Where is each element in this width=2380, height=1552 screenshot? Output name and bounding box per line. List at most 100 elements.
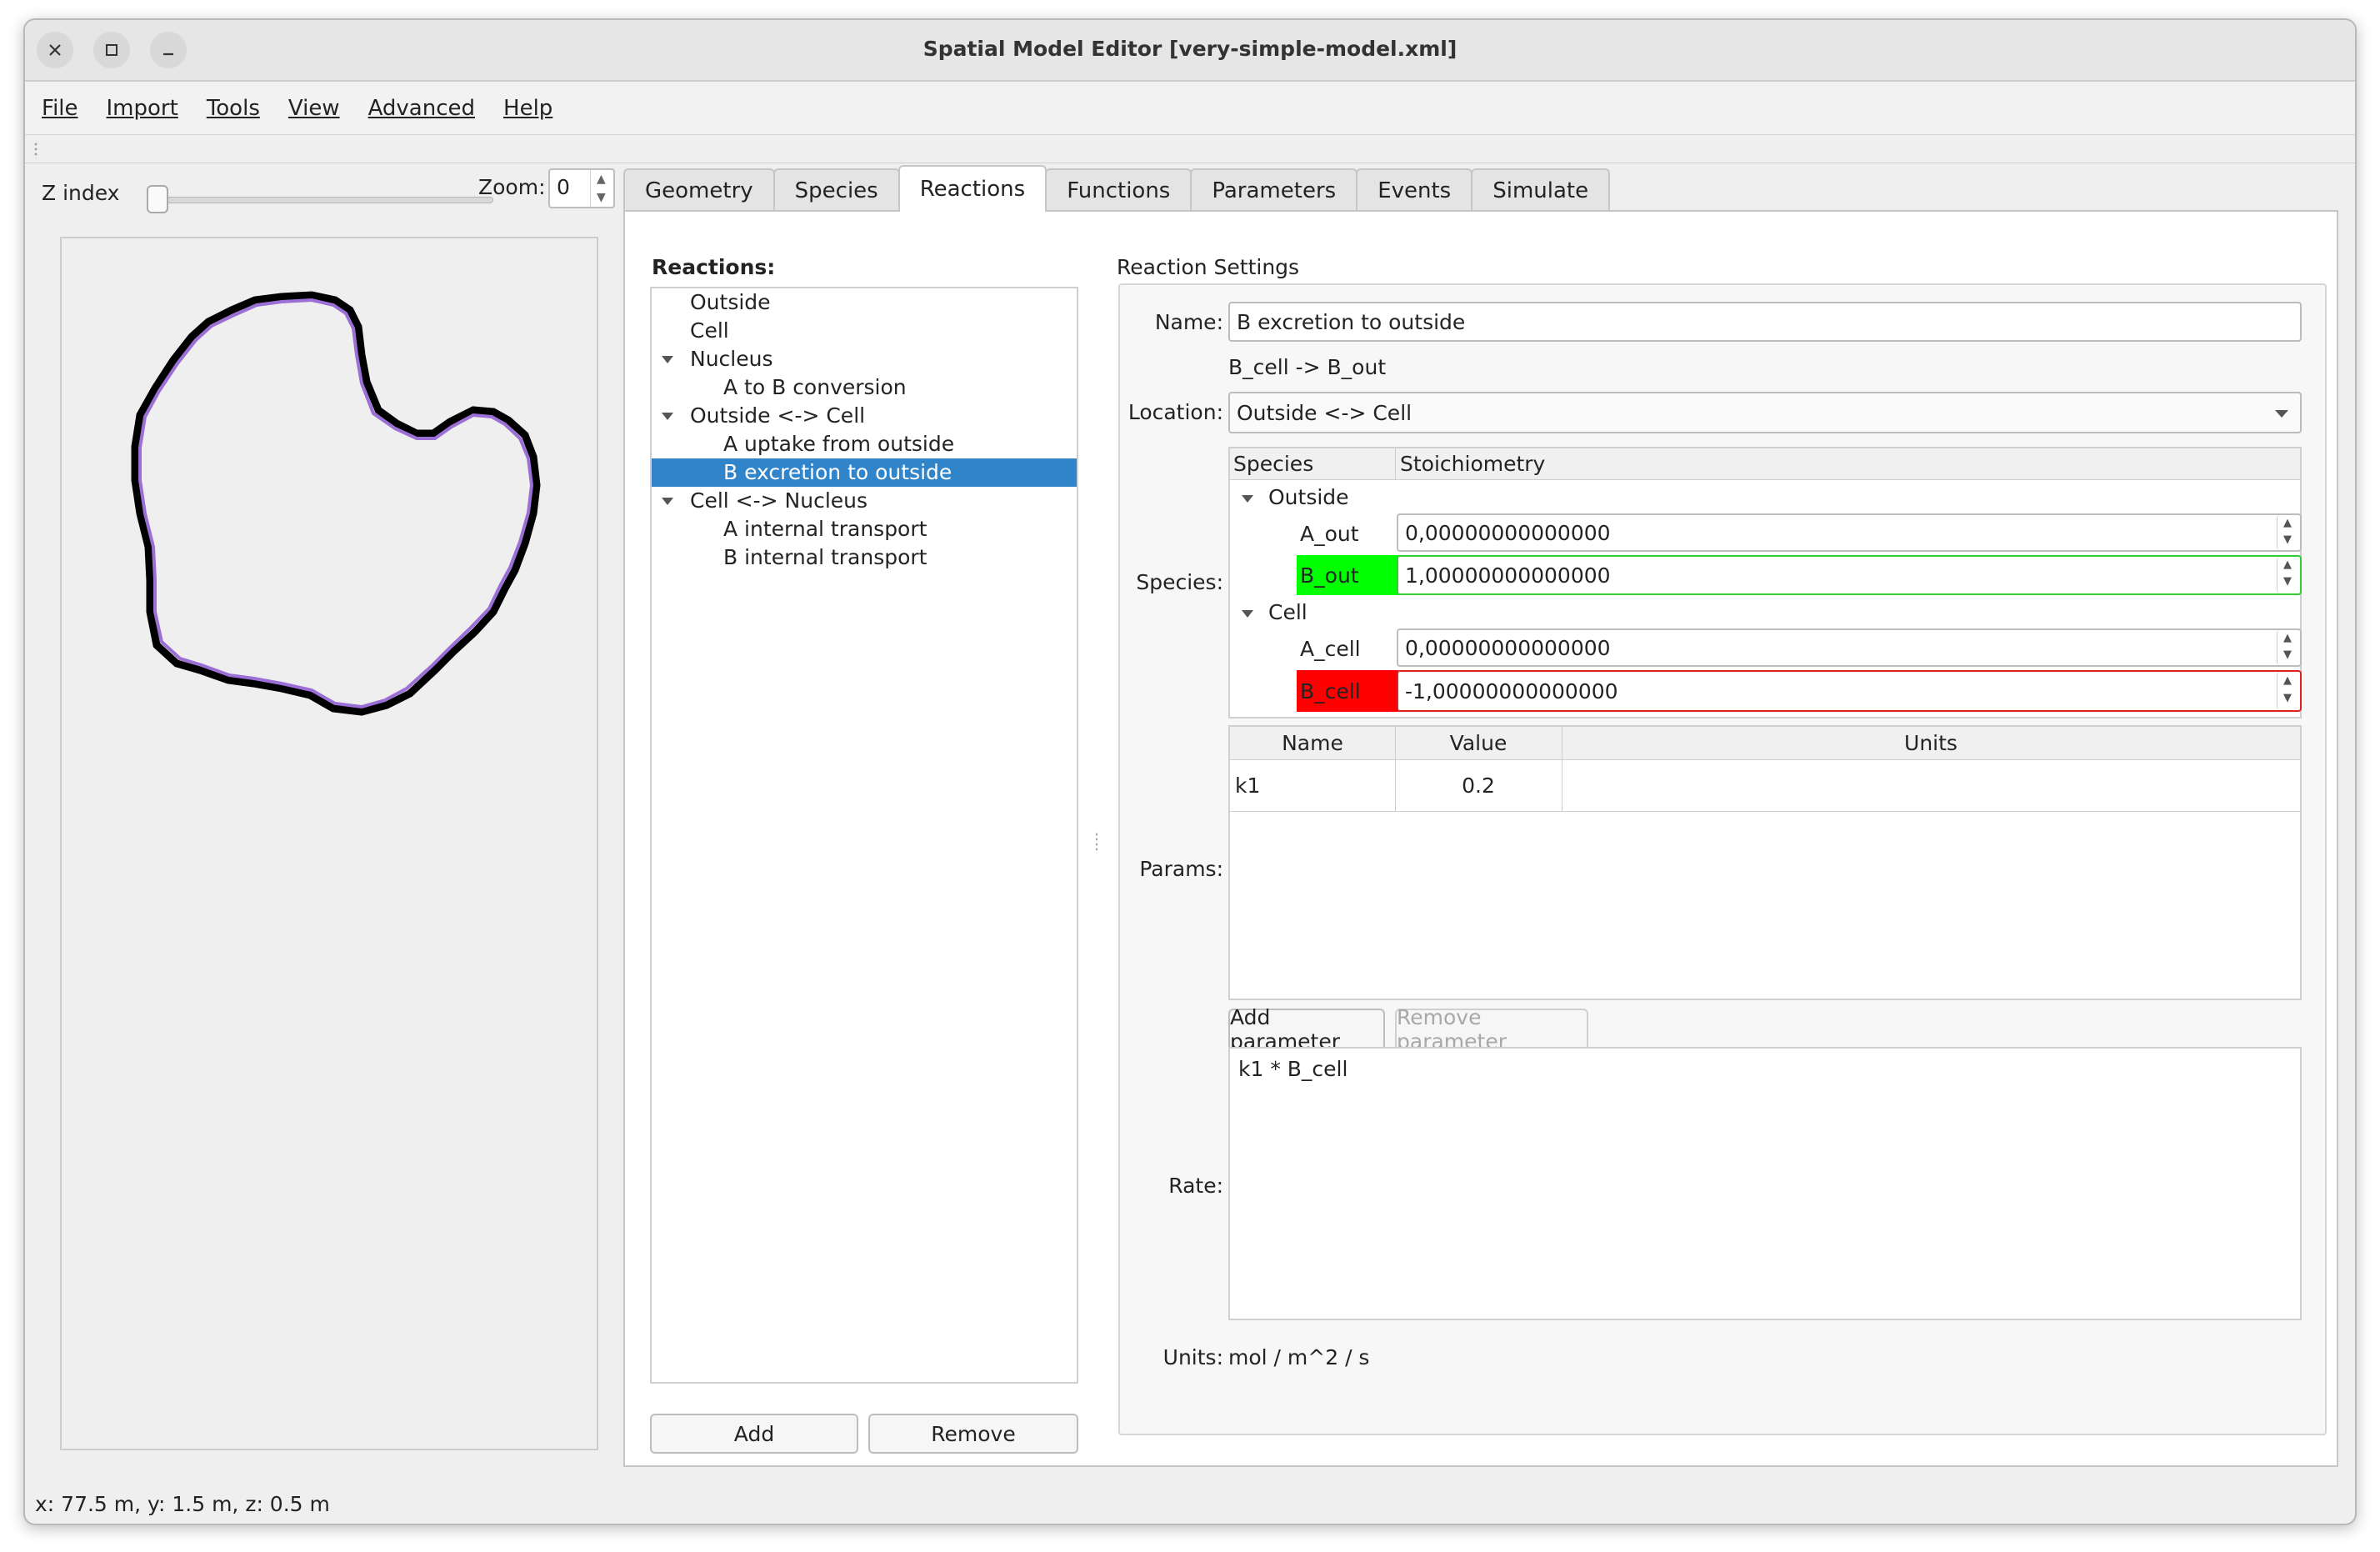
spin-down-icon[interactable]: ▼ (2283, 692, 2292, 704)
spin-up-icon[interactable]: ▲ (2283, 632, 2292, 644)
species-label: Species: (1136, 570, 1223, 594)
tree-item-label: Cell <-> Nucleus (690, 488, 868, 513)
header-value: Value (1449, 731, 1508, 755)
tab-species[interactable]: Species (772, 168, 900, 212)
tree-item-label: Outside <-> Cell (690, 403, 866, 428)
tab-events[interactable]: Events (1356, 168, 1473, 212)
zoom-spin-arrows[interactable]: ▲ ▼ (590, 170, 613, 207)
toolbar-grip-icon[interactable] (33, 142, 38, 158)
param-value-cell[interactable]: 0.2 (1395, 773, 1562, 798)
stoich-spin-arrows[interactable]: ▲ ▼ (2277, 557, 2300, 593)
tree-item-outside-cell[interactable]: Outside <-> Cell (652, 402, 1077, 430)
menu-advanced[interactable]: Advanced (357, 96, 487, 121)
tree-item-label: A internal transport (723, 517, 928, 541)
tree-item-a-uptake[interactable]: A uptake from outside (652, 430, 1077, 458)
species-stoichiometry-table[interactable]: Species Stoichiometry Outside A_out 0,00… (1228, 447, 2302, 718)
spin-up-icon[interactable]: ▲ (2283, 517, 2292, 529)
location-value: Outside <-> Cell (1237, 400, 1412, 425)
params-table[interactable]: Name Value Units k1 0.2 (1228, 725, 2302, 1000)
menu-help[interactable]: Help (492, 96, 564, 121)
params-table-header: Name Value Units (1230, 727, 2300, 760)
reaction-name-input[interactable]: B excretion to outside (1228, 302, 2302, 342)
window-title: Spatial Model Editor [very-simple-model.… (922, 37, 1458, 61)
menu-import[interactable]: Import (95, 96, 190, 121)
units-value: mol / m^2 / s (1228, 1345, 1370, 1369)
stoich-a-out-input[interactable]: 0,00000000000000 ▲ ▼ (1397, 513, 2302, 552)
location-combobox[interactable]: Outside <-> Cell (1228, 392, 2302, 433)
species-b-cell-highlight: B_cell (1297, 670, 1398, 712)
tree-item-b-internal-transport[interactable]: B internal transport (652, 543, 1077, 572)
stoich-a-cell-input[interactable]: 0,00000000000000 ▲ ▼ (1397, 628, 2302, 667)
splitter-handle[interactable] (1095, 832, 1098, 854)
location-label: Location: (1128, 400, 1223, 424)
spin-down-icon[interactable]: ▼ (2283, 533, 2292, 546)
reactions-tree[interactable]: Outside Cell Nucleus A to B conversion O… (650, 287, 1078, 1384)
group-outside: Outside (1268, 485, 1349, 509)
species-a-out: A_out (1300, 522, 1359, 546)
tree-item-label: Cell (690, 318, 729, 343)
tree-item-label: Outside (690, 290, 771, 314)
zoom-label: Zoom: (478, 175, 546, 199)
table-row[interactable]: k1 0.2 (1230, 760, 2300, 812)
header-name: Name (1282, 731, 1343, 755)
tree-item-label: A uptake from outside (723, 432, 955, 456)
expand-caret-icon[interactable] (662, 413, 673, 420)
rate-expression-editor[interactable]: k1 * B_cell (1228, 1047, 2302, 1320)
species-b-out-highlight: B_out (1297, 555, 1398, 595)
tab-bar: Geometry Species Reactions Functions Par… (623, 165, 1611, 212)
stoich-spin-arrows[interactable]: ▲ ▼ (2277, 672, 2300, 710)
tree-item-a-to-b-conversion[interactable]: A to B conversion (652, 373, 1077, 402)
title-bar: Spatial Model Editor [very-simple-model.… (25, 20, 2355, 82)
tab-reactions[interactable]: Reactions (898, 165, 1048, 212)
stoich-value: 1,00000000000000 (1405, 563, 1611, 588)
tab-parameters[interactable]: Parameters (1190, 168, 1358, 212)
tree-item-label: B internal transport (723, 545, 928, 569)
stoich-spin-arrows[interactable]: ▲ ▼ (2277, 630, 2300, 665)
geometry-image-view[interactable] (60, 237, 598, 1450)
expand-caret-icon[interactable] (662, 498, 673, 505)
tree-item-cell[interactable]: Cell (652, 317, 1077, 345)
expand-caret-icon[interactable] (1242, 610, 1253, 618)
menu-file[interactable]: File (30, 96, 90, 121)
menu-bar: File Import Tools View Advanced Help (25, 82, 2355, 135)
tree-item-outside[interactable]: Outside (652, 288, 1077, 317)
tree-item-cell-nucleus[interactable]: Cell <-> Nucleus (652, 487, 1077, 515)
stoich-value: -1,00000000000000 (1405, 678, 1618, 703)
add-parameter-button[interactable]: Add parameter (1228, 1005, 1385, 1054)
tree-item-label: B excretion to outside (723, 460, 952, 484)
menu-view[interactable]: View (277, 96, 352, 121)
chevron-down-icon (2275, 410, 2288, 418)
rate-label: Rate: (1168, 1174, 1223, 1198)
param-name-cell[interactable]: k1 (1235, 773, 1260, 798)
expand-caret-icon[interactable] (662, 356, 673, 363)
zoom-spinbox[interactable]: 0 ▲ ▼ (548, 168, 615, 208)
tab-functions[interactable]: Functions (1045, 168, 1192, 212)
stoich-spin-arrows[interactable]: ▲ ▼ (2277, 515, 2300, 550)
add-reaction-button[interactable]: Add (650, 1414, 858, 1454)
z-index-slider-handle[interactable] (147, 185, 168, 213)
menu-tools[interactable]: Tools (195, 96, 272, 121)
tree-item-a-internal-transport[interactable]: A internal transport (652, 515, 1077, 543)
reaction-settings-title: Reaction Settings (1117, 255, 1300, 279)
spin-up-icon[interactable]: ▲ (2283, 558, 2292, 571)
z-index-label: Z index (42, 180, 120, 205)
tree-item-nucleus[interactable]: Nucleus (652, 345, 1077, 373)
stoich-b-out-input[interactable]: 1,00000000000000 ▲ ▼ (1397, 555, 2302, 595)
tab-simulate[interactable]: Simulate (1471, 168, 1611, 212)
tree-item-label: Nucleus (690, 347, 773, 371)
spin-down-icon[interactable]: ▼ (2283, 575, 2292, 588)
spin-down-icon[interactable]: ▼ (2283, 648, 2292, 661)
remove-parameter-button[interactable]: Remove parameter (1395, 1005, 1588, 1054)
tree-item-b-excretion[interactable]: B excretion to outside (652, 458, 1077, 487)
header-separator (1395, 448, 1396, 480)
spin-down-icon[interactable]: ▼ (597, 192, 606, 203)
remove-reaction-button[interactable]: Remove (868, 1414, 1078, 1454)
spin-up-icon[interactable]: ▲ (2283, 674, 2292, 687)
reaction-settings-box: Name: B excretion to outside B_cell -> B… (1118, 283, 2327, 1435)
spin-up-icon[interactable]: ▲ (597, 173, 606, 185)
z-index-slider-track[interactable] (150, 197, 493, 203)
expand-caret-icon[interactable] (1242, 495, 1253, 503)
tab-geometry[interactable]: Geometry (623, 168, 775, 212)
stoich-b-cell-input[interactable]: -1,00000000000000 ▲ ▼ (1397, 670, 2302, 712)
status-bar: x: 77.5 m, y: 1.5 m, z: 0.5 m (35, 1492, 330, 1516)
